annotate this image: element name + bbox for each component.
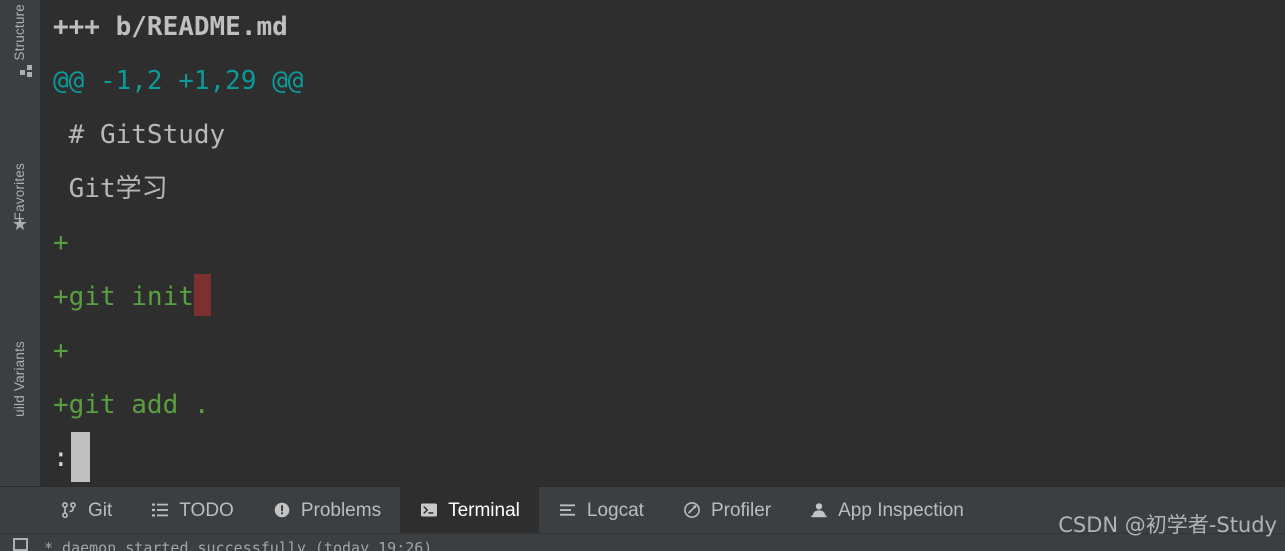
ide-window: Structure Favorites ★ uild Variants +++ … [0, 0, 1285, 551]
tab-terminal-label: Terminal [448, 499, 520, 521]
diff-editor[interactable]: +++ b/README.md @@ -1,2 +1,29 @@ # GitSt… [41, 0, 1285, 486]
trailing-whitespace-marker [193, 274, 211, 316]
tab-git[interactable]: Git [40, 487, 131, 533]
tab-app-inspection-label: App Inspection [838, 499, 964, 521]
bottom-tab-bar: Git TODO Problems Terminal Logcat Profil… [0, 486, 1285, 533]
diff-line-context: # GitStudy [53, 120, 226, 150]
diff-line-file-header: +++ b/README.md [53, 12, 288, 42]
terminal-window-icon [13, 538, 28, 551]
exclamation-circle-icon [272, 500, 292, 520]
diff-line-added: +git init [41, 270, 1285, 324]
tab-terminal[interactable]: Terminal [400, 487, 539, 533]
person-icon [809, 500, 829, 520]
tab-todo-label: TODO [179, 499, 234, 521]
sidebar-item-build-variants[interactable]: uild Variants [0, 341, 40, 417]
tab-profiler-label: Profiler [710, 499, 772, 521]
git-branch-icon [59, 500, 79, 520]
sidebar-item-structure-label: Structure [12, 4, 27, 61]
diff-line-hunk-header: @@ -1,2 +1,29 @@ [53, 66, 304, 96]
list-icon [150, 500, 170, 520]
diff-line-context: Git学习 [53, 174, 168, 204]
tab-todo[interactable]: TODO [131, 487, 253, 533]
left-tool-strip: Structure Favorites ★ uild Variants [0, 0, 41, 486]
main-body: Structure Favorites ★ uild Variants +++ … [0, 0, 1285, 486]
sidebar-item-favorites[interactable]: Favorites ★ [0, 163, 40, 233]
tab-profiler[interactable]: Profiler [663, 487, 790, 533]
tab-logcat[interactable]: Logcat [539, 487, 663, 533]
tab-app-inspection[interactable]: App Inspection [790, 487, 983, 533]
sidebar-item-build-variants-label: uild Variants [12, 341, 27, 417]
diff-line-added: + [53, 336, 69, 366]
diff-line-added: +git add . [53, 390, 210, 420]
tab-problems[interactable]: Problems [253, 487, 400, 533]
diff-line-added: + [53, 228, 69, 258]
gauge-icon [682, 500, 702, 520]
sidebar-item-structure[interactable]: Structure [0, 4, 40, 77]
terminal-prompt-icon [419, 500, 439, 520]
tab-git-label: Git [88, 499, 113, 521]
tab-logcat-label: Logcat [586, 499, 644, 521]
terminal-cursor [70, 432, 90, 482]
tab-problems-label: Problems [300, 499, 382, 521]
status-bar-text: * daemon started successfully (today 19:… [44, 539, 433, 551]
diff-line-added-text: +git init [53, 282, 194, 312]
sidebar-item-favorites-label: Favorites [12, 163, 27, 221]
status-bar: * daemon started successfully (today 19:… [0, 533, 1285, 551]
logcat-lines-icon [558, 500, 578, 520]
terminal-prompt-line[interactable]: : [41, 432, 1285, 482]
terminal-prompt-symbol: : [53, 443, 69, 473]
